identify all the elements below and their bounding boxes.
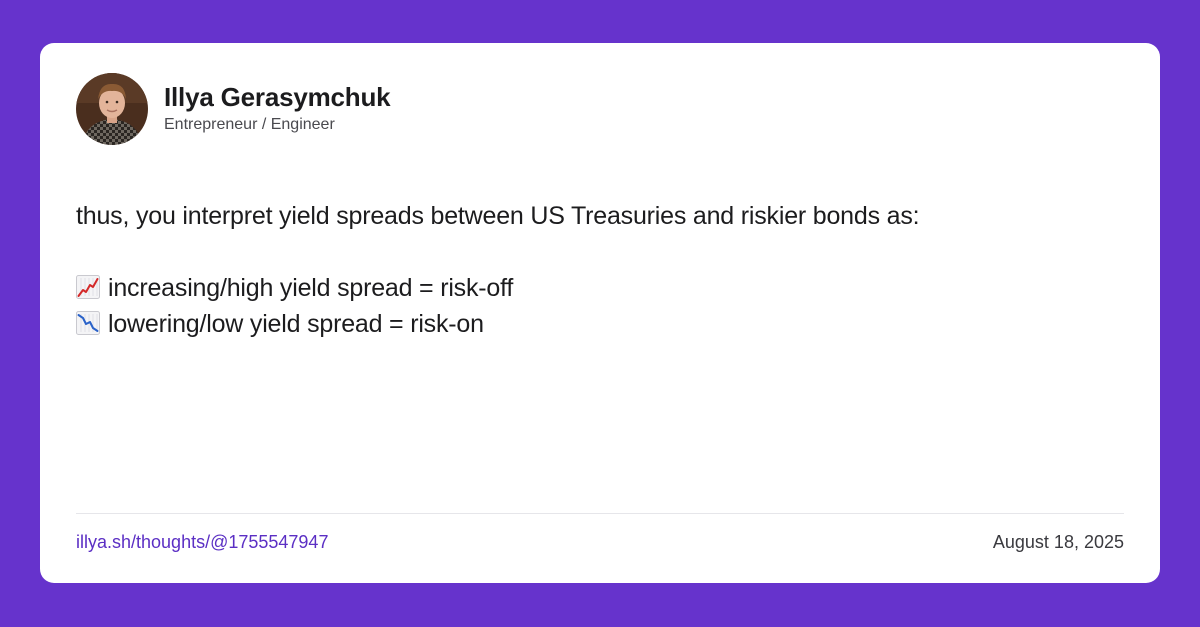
post-intro: thus, you interpret yield spreads betwee… — [76, 202, 920, 230]
avatar-image — [76, 73, 148, 145]
author-identity: Illya Gerasymchuk Entrepreneur / Enginee… — [164, 82, 391, 136]
post-date: August 18, 2025 — [992, 532, 1124, 552]
point-text: increasing/high yield spread = risk-off — [108, 274, 514, 302]
author-role: Entrepreneur / Engineer — [164, 116, 335, 133]
post-card: Illya Gerasymchuk Entrepreneur / Enginee… — [40, 43, 1160, 583]
footer-divider — [76, 513, 1124, 514]
point-text: lowering/low yield spread = risk-on — [108, 310, 484, 338]
permalink[interactable]: illya.sh/thoughts/@1755547947 — [76, 530, 328, 554]
chart-increasing-icon — [76, 275, 100, 299]
post-point-decreasing: lowering/low yield spread = risk-on — [76, 306, 1116, 342]
author-header: Illya Gerasymchuk Entrepreneur / Enginee… — [76, 73, 391, 145]
post-body: thus, you interpret yield spreads betwee… — [76, 198, 1116, 342]
author-name[interactable]: Illya Gerasymchuk — [164, 82, 391, 112]
avatar[interactable] — [76, 73, 148, 145]
chart-decreasing-icon — [76, 311, 100, 335]
post-point-increasing: increasing/high yield spread = risk-off — [76, 270, 1116, 306]
